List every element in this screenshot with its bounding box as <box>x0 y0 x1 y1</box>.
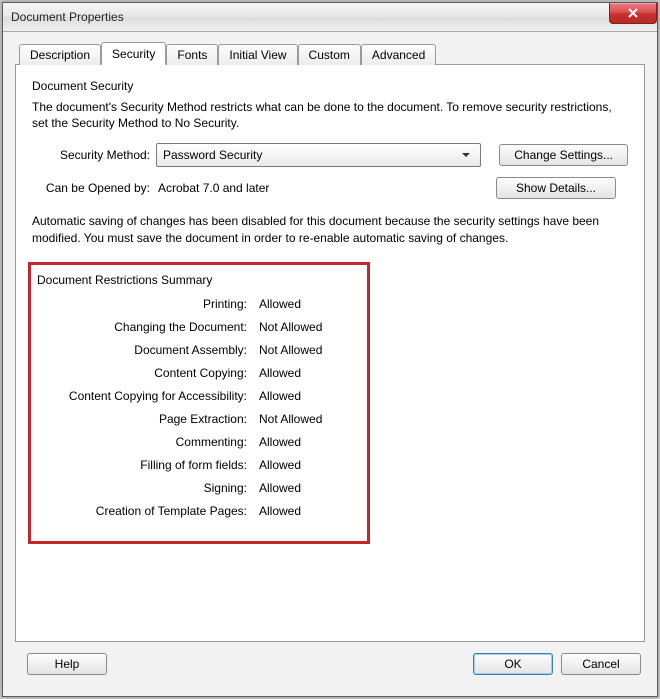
tab-advanced[interactable]: Advanced <box>361 44 436 65</box>
restriction-label: Printing: <box>37 297 253 311</box>
restriction-row: Content Copying:Allowed <box>37 366 361 380</box>
restriction-label: Document Assembly: <box>37 343 253 357</box>
tab-description[interactable]: Description <box>19 44 101 65</box>
tabstrip: Description Security Fonts Initial View … <box>15 42 645 64</box>
restriction-label: Signing: <box>37 481 253 495</box>
dialog-button-bar: Help OK Cancel <box>15 642 645 686</box>
restriction-value: Allowed <box>253 458 361 472</box>
restriction-row: Signing:Allowed <box>37 481 361 495</box>
security-method-label: Security Method: <box>32 148 156 162</box>
security-method-dropdown[interactable]: Password Security <box>156 143 481 167</box>
close-icon <box>628 8 638 18</box>
document-security-group: Document Security The document's Securit… <box>28 79 632 246</box>
restriction-label: Page Extraction: <box>37 412 253 426</box>
client-area: Description Security Fonts Initial View … <box>3 32 657 696</box>
show-details-button[interactable]: Show Details... <box>496 177 616 199</box>
restriction-row: Creation of Template Pages:Allowed <box>37 504 361 518</box>
tab-initial-view[interactable]: Initial View <box>218 44 297 65</box>
restriction-label: Content Copying for Accessibility: <box>37 389 253 403</box>
restriction-row: Content Copying for Accessibility:Allowe… <box>37 389 361 403</box>
security-description: The document's Security Method restricts… <box>32 99 628 131</box>
restriction-value: Allowed <box>253 481 361 495</box>
change-settings-button[interactable]: Change Settings... <box>499 144 628 166</box>
restriction-value: Allowed <box>253 435 361 449</box>
window-title: Document Properties <box>11 10 124 24</box>
restriction-row: Page Extraction:Not Allowed <box>37 412 361 426</box>
restriction-label: Filling of form fields: <box>37 458 253 472</box>
restriction-label: Changing the Document: <box>37 320 253 334</box>
chevron-down-icon <box>458 151 474 159</box>
opened-by-label: Can be Opened by: <box>32 181 156 195</box>
restrictions-title: Document Restrictions Summary <box>37 273 361 287</box>
document-properties-dialog: Document Properties Description Security… <box>2 2 658 697</box>
restriction-value: Allowed <box>253 297 361 311</box>
autosave-note: Automatic saving of changes has been dis… <box>32 213 628 245</box>
restriction-value: Allowed <box>253 389 361 403</box>
opened-by-value: Acrobat 7.0 and later <box>156 181 478 195</box>
tab-page-security: Document Security The document's Securit… <box>15 64 645 642</box>
restriction-value: Not Allowed <box>253 343 361 357</box>
restriction-row: Commenting:Allowed <box>37 435 361 449</box>
help-button[interactable]: Help <box>27 653 107 675</box>
restriction-row: Document Assembly:Not Allowed <box>37 343 361 357</box>
opened-by-row: Can be Opened by: Acrobat 7.0 and later … <box>32 177 628 199</box>
tab-security[interactable]: Security <box>101 42 166 65</box>
cancel-button[interactable]: Cancel <box>561 653 641 675</box>
restriction-value: Allowed <box>253 504 361 518</box>
restriction-row: Printing:Allowed <box>37 297 361 311</box>
security-method-row: Security Method: Password Security Chang… <box>32 143 628 167</box>
restriction-label: Creation of Template Pages: <box>37 504 253 518</box>
document-restrictions-summary: Document Restrictions Summary Printing:A… <box>28 262 370 544</box>
ok-button[interactable]: OK <box>473 653 553 675</box>
tab-fonts[interactable]: Fonts <box>166 44 218 65</box>
security-method-value: Password Security <box>163 148 458 162</box>
restriction-value: Not Allowed <box>253 320 361 334</box>
restriction-label: Content Copying: <box>37 366 253 380</box>
tab-custom[interactable]: Custom <box>298 44 361 65</box>
restriction-row: Changing the Document:Not Allowed <box>37 320 361 334</box>
restriction-value: Not Allowed <box>253 412 361 426</box>
document-security-legend: Document Security <box>32 79 628 93</box>
close-button[interactable] <box>609 3 657 24</box>
titlebar: Document Properties <box>3 3 657 32</box>
restriction-value: Allowed <box>253 366 361 380</box>
restriction-row: Filling of form fields:Allowed <box>37 458 361 472</box>
restriction-label: Commenting: <box>37 435 253 449</box>
